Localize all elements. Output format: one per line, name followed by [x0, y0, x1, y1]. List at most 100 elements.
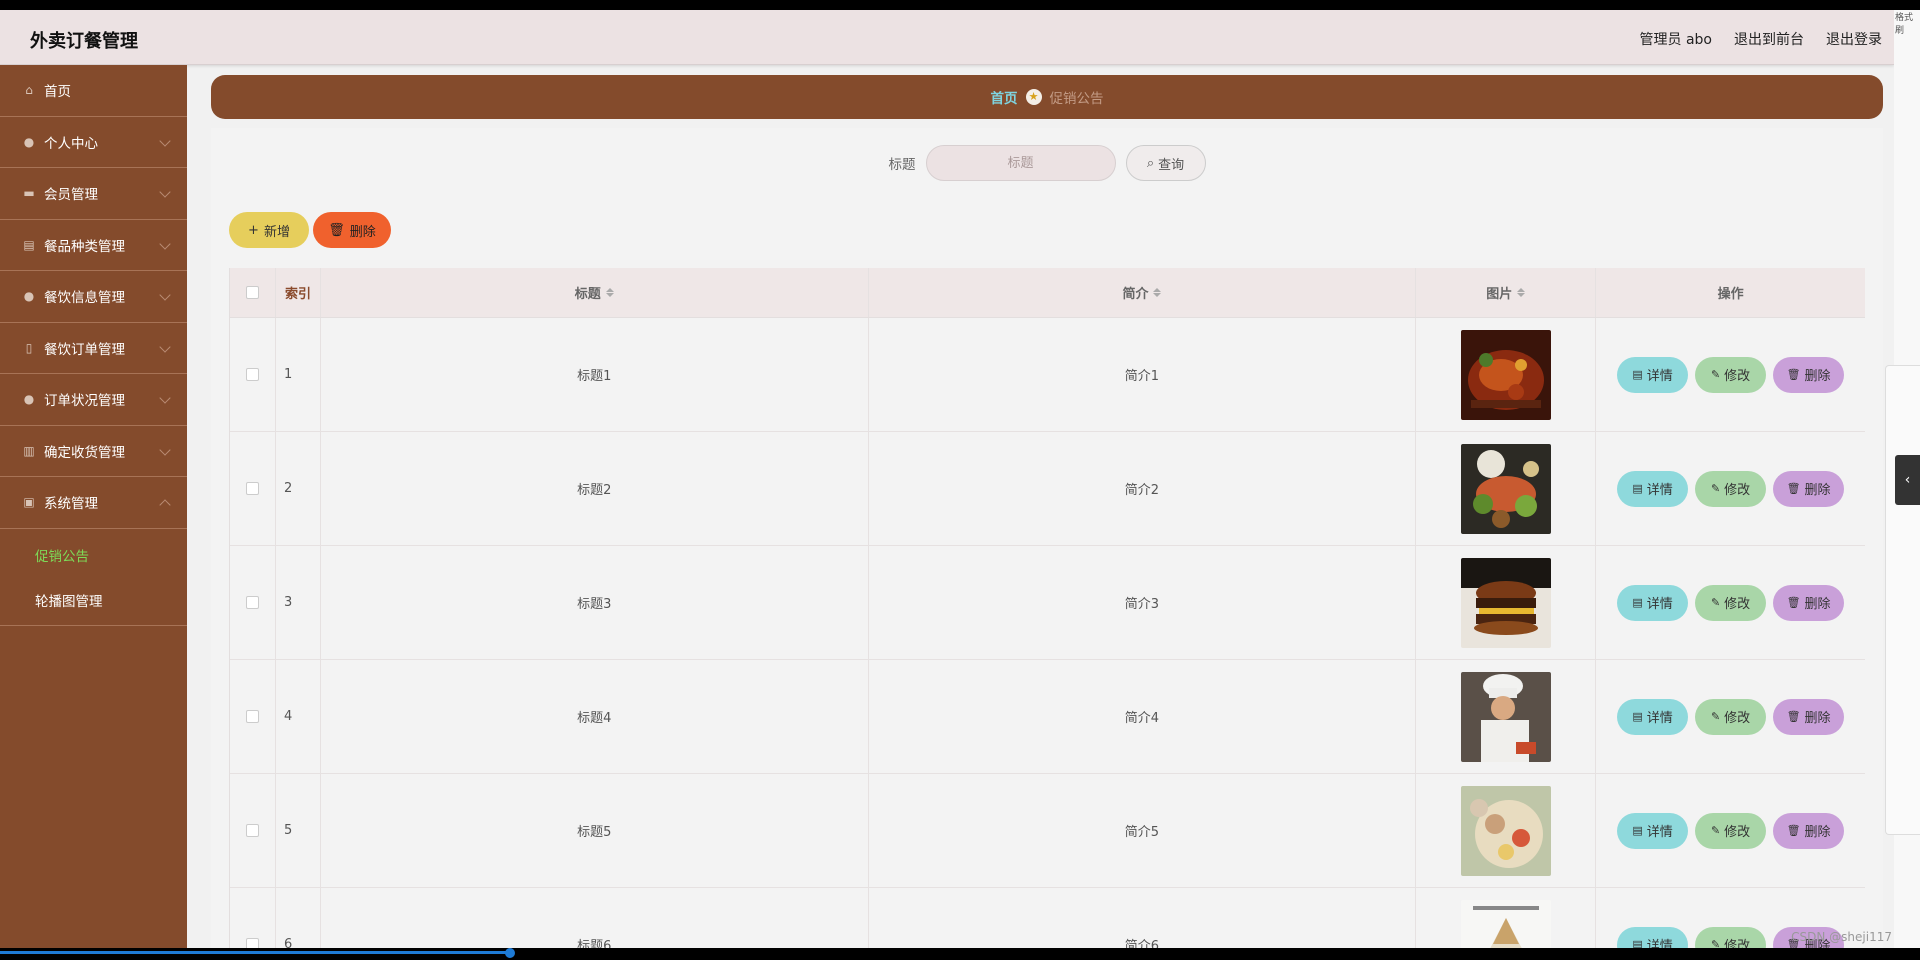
sidebar-item-receipt[interactable]: ▥ 确定收货管理 — [0, 426, 187, 477]
edit-button[interactable]: ✎ 修改 — [1695, 698, 1767, 735]
document-icon: ▤ — [1632, 596, 1643, 609]
sort-icon[interactable] — [605, 288, 614, 297]
table-header: 索引 标题 简介 图片 操作 — [230, 268, 1865, 318]
sidebar-subitem-carousel[interactable]: 轮播图管理 — [0, 578, 187, 623]
app-title: 外卖订餐管理 — [30, 31, 138, 52]
add-button[interactable]: + 新增 — [229, 212, 309, 248]
row-select-cell — [230, 546, 276, 659]
trash-icon: 🗑 — [1786, 824, 1801, 837]
row-checkbox[interactable] — [245, 710, 259, 723]
breadcrumb-home[interactable]: 首页 — [991, 87, 1018, 107]
sidebar-item-personal[interactable]: ● 个人中心 — [0, 117, 187, 168]
home-icon: ⌂ — [25, 83, 33, 98]
plus-icon: + — [248, 222, 259, 238]
row-checkbox[interactable] — [245, 368, 259, 381]
edit-button[interactable]: ✎ 修改 — [1695, 812, 1767, 849]
table-row: 4 标题4 简介4 ▤ 详情 ✎ 修改 🗑 删除 — [230, 660, 1865, 774]
sort-icon[interactable] — [1153, 288, 1162, 297]
sidebar-item-order-status[interactable]: ● 订单状况管理 — [0, 374, 187, 426]
bulk-delete-button[interactable]: 🗑 删除 — [313, 212, 391, 248]
table-row: 6 标题6 简介6 ▤ 详情 ✎ 修改 🗑 删除 — [230, 888, 1865, 948]
row-select-cell — [230, 774, 276, 887]
delete-button[interactable]: 🗑 删除 — [1773, 470, 1845, 507]
edit-button[interactable]: ✎ 修改 — [1695, 356, 1767, 393]
user-icon: ● — [23, 134, 35, 149]
row-title: 标题3 — [321, 546, 869, 659]
pencil-icon: ✎ — [1710, 710, 1721, 723]
collapse-panel-button[interactable]: ‹ — [1895, 455, 1920, 505]
sidebar-item-label: 系统管理 — [44, 496, 98, 513]
query-button-label: 查询 — [1158, 157, 1185, 173]
delete-button[interactable]: 🗑 删除 — [1773, 356, 1845, 393]
query-button[interactable]: ⌕ 查询 — [1125, 145, 1206, 181]
row-intro: 简介4 — [869, 660, 1417, 773]
search-input[interactable] — [925, 145, 1116, 181]
detail-button[interactable]: ▤ 详情 — [1617, 812, 1689, 849]
delete-label: 删除 — [1804, 597, 1831, 612]
header-title-label: 标题 — [574, 287, 601, 302]
add-button-label: 新增 — [263, 224, 290, 240]
row-intro: 简介2 — [869, 432, 1417, 545]
header-intro[interactable]: 简介 — [869, 268, 1417, 317]
delete-label: 删除 — [1804, 369, 1831, 384]
row-checkbox[interactable] — [245, 938, 259, 948]
sidebar-item-label: 餐饮信息管理 — [44, 290, 125, 307]
row-image-cell — [1416, 432, 1597, 545]
admin-user-label[interactable]: 管理员 abo — [1640, 29, 1712, 49]
sidebar-subitem-promotions[interactable]: 促销公告 — [0, 533, 187, 578]
action-row: + 新增 🗑 删除 — [229, 212, 391, 248]
sort-icon[interactable] — [1517, 288, 1526, 297]
header-select-cell — [230, 268, 276, 317]
delete-button[interactable]: 🗑 删除 — [1773, 698, 1845, 735]
select-all-checkbox[interactable] — [245, 286, 259, 299]
row-checkbox[interactable] — [245, 482, 259, 495]
video-progress-bar[interactable] — [0, 951, 510, 954]
delete-button[interactable]: 🗑 删除 — [1773, 812, 1845, 849]
detail-button[interactable]: ▤ 详情 — [1617, 356, 1689, 393]
sidebar-item-members[interactable]: ▬ 会员管理 — [0, 168, 187, 220]
detail-label: 详情 — [1646, 369, 1673, 384]
to-frontend-link[interactable]: 退出到前台 — [1734, 29, 1804, 49]
row-checkbox[interactable] — [245, 596, 259, 609]
row-index: 5 — [276, 774, 321, 887]
detail-button[interactable]: ▤ 详情 — [1617, 698, 1689, 735]
sidebar-item-label: 确定收货管理 — [44, 444, 125, 461]
header-image[interactable]: 图片 — [1416, 268, 1597, 317]
edit-button[interactable]: ✎ 修改 — [1695, 470, 1767, 507]
sidebar-item-home[interactable]: ⌂ 首页 — [0, 65, 187, 117]
chevron-down-icon — [159, 289, 171, 301]
detail-label: 详情 — [1646, 825, 1673, 840]
detail-button[interactable]: ▤ 详情 — [1617, 470, 1689, 507]
delete-button[interactable]: 🗑 删除 — [1773, 584, 1845, 621]
pencil-icon: ✎ — [1710, 482, 1721, 495]
user-icon: ● — [23, 392, 35, 407]
row-index: 3 — [276, 546, 321, 659]
document-icon: ▤ — [1632, 710, 1643, 723]
chevron-down-icon — [159, 134, 171, 147]
search-label: 标题 — [888, 157, 916, 173]
progress-handle[interactable] — [505, 948, 515, 958]
detail-button[interactable]: ▤ 详情 — [1617, 926, 1689, 948]
row-checkbox[interactable] — [245, 824, 259, 837]
edit-button[interactable]: ✎ 修改 — [1695, 584, 1767, 621]
detail-button[interactable]: ▤ 详情 — [1617, 584, 1689, 621]
sidebar-item-categories[interactable]: ▤ 餐品种类管理 — [0, 220, 187, 271]
sidebar-item-system[interactable]: ▣ 系统管理 — [0, 477, 187, 529]
sidebar-item-food-info[interactable]: ● 餐饮信息管理 — [0, 271, 187, 323]
sidebar-item-orders[interactable]: ▯ 餐饮订单管理 — [0, 323, 187, 374]
food-vegetables-image — [1460, 443, 1551, 534]
delete-label: 删除 — [1804, 825, 1831, 840]
trash-icon: 🗑 — [1786, 596, 1801, 609]
edit-button[interactable]: ✎ 修改 — [1695, 926, 1767, 948]
logout-link[interactable]: 退出登录 — [1826, 29, 1882, 49]
header-title[interactable]: 标题 — [321, 268, 869, 317]
trash-icon: 🗑 — [1786, 368, 1801, 381]
sidebar-item-label: 会员管理 — [44, 187, 98, 204]
chevron-up-icon — [159, 499, 171, 511]
food-dish-image — [1460, 329, 1551, 420]
chevron-down-icon — [159, 186, 171, 198]
chevron-down-icon — [159, 340, 171, 353]
document-icon: ▤ — [23, 237, 35, 252]
header-index: 索引 — [276, 268, 321, 317]
trash-icon: 🗑 — [1786, 482, 1801, 495]
